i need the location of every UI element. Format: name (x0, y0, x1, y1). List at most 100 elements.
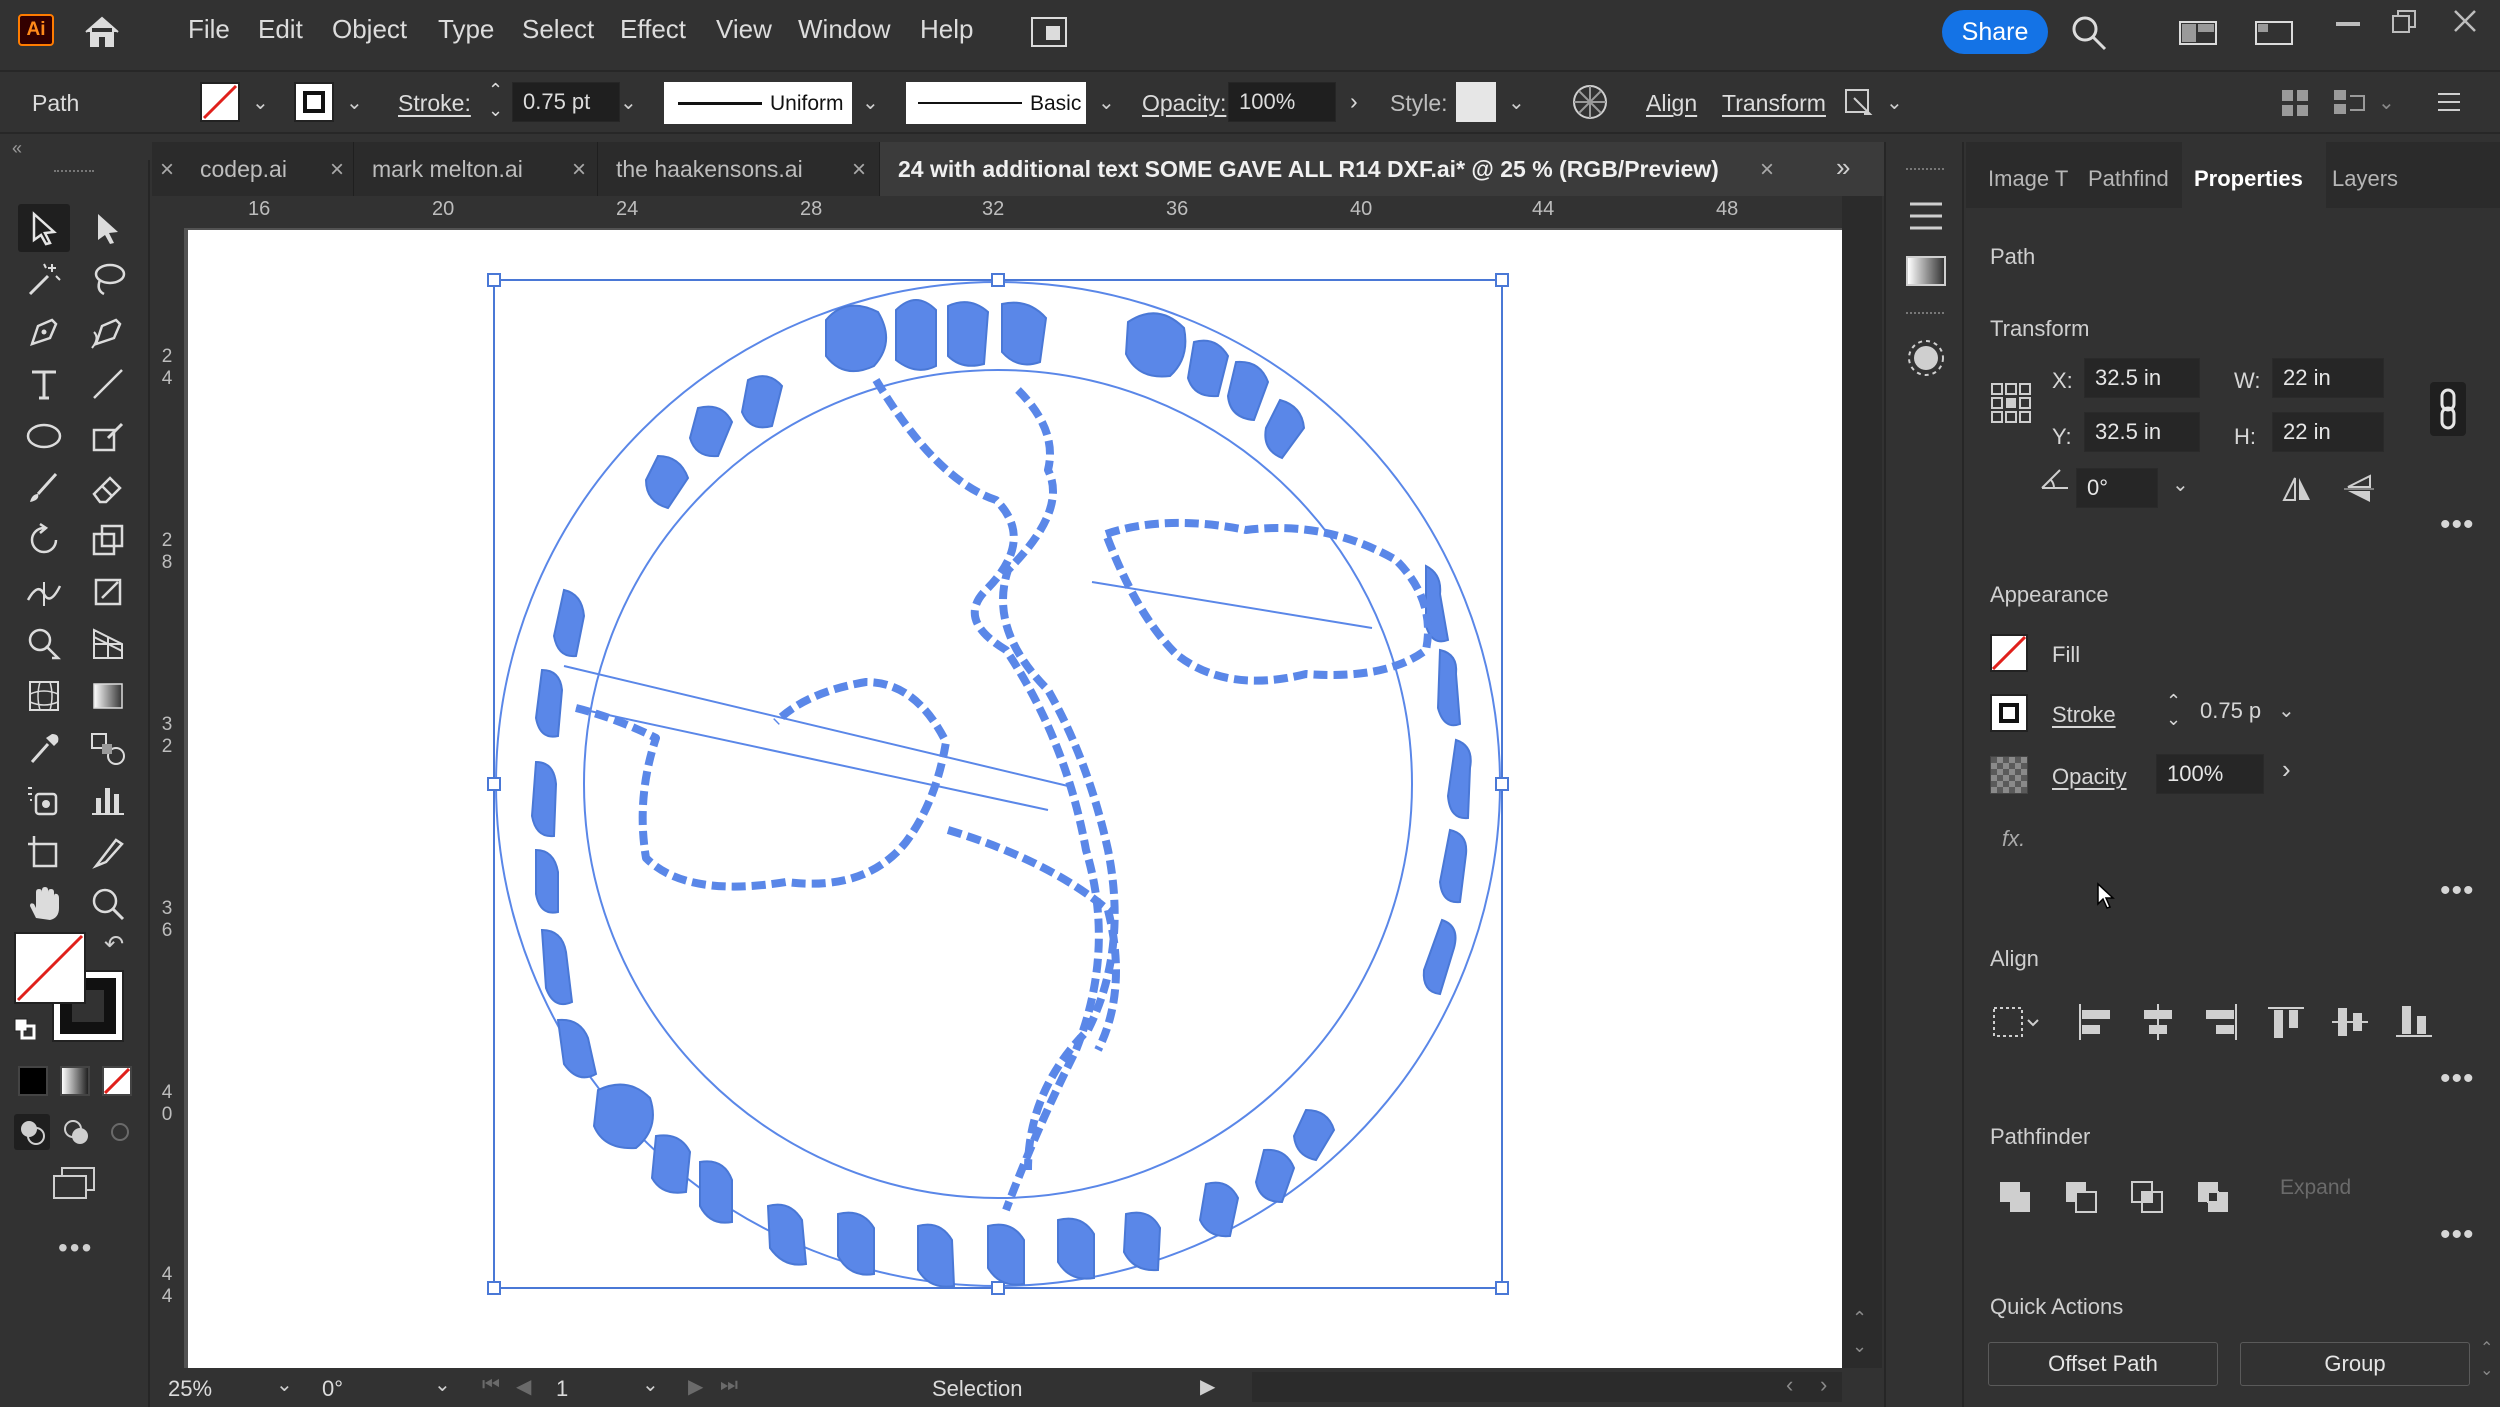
menu-object[interactable]: Object (332, 14, 407, 45)
minimize-icon[interactable] (2336, 22, 2360, 26)
first-artboard-icon[interactable]: ⏮ (482, 1374, 500, 1397)
offset-path-button[interactable]: Offset Path (1988, 1342, 2218, 1386)
tab-properties[interactable]: Properties (2194, 166, 2303, 192)
transform-link[interactable]: Transform (1722, 90, 1826, 117)
appearance-panel-icon[interactable] (1906, 338, 1946, 378)
rotate-tool-icon[interactable] (18, 516, 70, 564)
gradient-tool-icon[interactable] (82, 672, 134, 720)
properties-panel-icon[interactable] (1906, 198, 1946, 234)
perspective-grid-tool-icon[interactable] (82, 620, 134, 668)
opacity-label[interactable]: Opacity: (1142, 90, 1226, 117)
screen-mode-icon[interactable] (50, 1166, 98, 1202)
tab-layers[interactable]: Layers (2332, 166, 2398, 192)
arrange-grid-icon[interactable] (2280, 88, 2310, 118)
pen-tool-icon[interactable] (18, 308, 70, 356)
free-transform-tool-icon[interactable] (82, 568, 134, 616)
collapse-toolbar-icon[interactable]: « (12, 138, 22, 159)
shaper-tool-icon[interactable] (82, 412, 134, 460)
menu-select[interactable]: Select (522, 14, 594, 45)
menu-view[interactable]: View (716, 14, 772, 45)
flip-vertical-icon[interactable] (2342, 472, 2376, 506)
panel-scrollbar[interactable]: ⌃ ⌄ (2478, 1338, 2498, 1398)
lasso-tool-icon[interactable] (82, 256, 134, 304)
isolate-object-icon[interactable] (1840, 84, 1876, 120)
draw-inside-icon[interactable] (102, 1114, 138, 1150)
hand-tool-icon[interactable] (18, 880, 70, 928)
appearance-stroke-input[interactable]: 0.75 p (2200, 698, 2261, 724)
rotate-input[interactable]: 0° (2076, 468, 2158, 508)
fill-swatch[interactable] (200, 82, 240, 122)
brush-definition-select[interactable]: Basic (906, 82, 1086, 124)
tab-close-icon[interactable]: × (572, 156, 586, 184)
reference-point-icon[interactable] (1990, 382, 2032, 424)
horizontal-ruler[interactable]: 16 20 24 28 32 36 40 44 48 (152, 196, 1842, 228)
tab-pathfinder[interactable]: Pathfind (2088, 166, 2169, 192)
type-tool-icon[interactable] (18, 360, 70, 408)
selection-tool-icon[interactable] (18, 204, 70, 252)
fx-effects-icon[interactable]: fx. (2002, 826, 2025, 852)
scroll-left-icon[interactable]: ‹ (1786, 1372, 1793, 1398)
recolor-artwork-icon[interactable] (1570, 82, 1610, 122)
align-right-icon[interactable] (2202, 1002, 2242, 1042)
isolate-chevron-icon[interactable]: ⌄ (1886, 90, 1903, 115)
artwork[interactable] (188, 230, 1844, 1368)
opacity-expand-chevron-icon[interactable]: › (1350, 88, 1358, 115)
default-fill-stroke-icon[interactable] (14, 1018, 36, 1040)
menu-effect[interactable]: Effect (620, 14, 686, 45)
restore-icon[interactable] (2390, 8, 2418, 36)
zoom-tool-icon[interactable] (82, 880, 134, 928)
eyedropper-tool-icon[interactable] (18, 724, 70, 772)
status-menu-chevron-icon[interactable]: ▶ (1200, 1374, 1215, 1399)
stroke-weight-chevron-icon[interactable]: ⌄ (620, 90, 637, 115)
distribute-chevron-icon[interactable]: ⌄ (2378, 90, 2395, 115)
align-horizontal-center-icon[interactable] (2138, 1002, 2178, 1042)
rotate-chevron-icon[interactable]: ⌄ (2172, 472, 2189, 497)
menu-type[interactable]: Type (438, 14, 494, 45)
pathfinder-unite-icon[interactable] (1996, 1178, 2036, 1218)
strip-grip[interactable] (1906, 168, 1944, 172)
style-chevron-icon[interactable]: ⌄ (1508, 90, 1525, 115)
fill-dropdown-chevron-icon[interactable]: ⌄ (252, 90, 269, 115)
y-input[interactable]: 32.5 in (2084, 412, 2200, 452)
menu-help[interactable]: Help (920, 14, 973, 45)
panel-menu-icon[interactable] (2436, 90, 2462, 114)
artboard[interactable] (188, 230, 1844, 1368)
slice-tool-icon[interactable] (82, 828, 134, 876)
gradient-panel-icon[interactable] (1906, 256, 1946, 286)
column-graph-tool-icon[interactable] (82, 776, 134, 824)
stroke-swatch[interactable] (294, 82, 334, 122)
strip-grip-2[interactable] (1906, 312, 1944, 316)
arrange-documents-icon[interactable] (1030, 16, 1070, 48)
transform-more-options-icon[interactable]: ••• (2440, 508, 2475, 542)
direct-selection-tool-icon[interactable] (82, 204, 134, 252)
brush-chevron-icon[interactable]: ⌄ (1098, 90, 1115, 115)
blend-tool-icon[interactable] (82, 724, 134, 772)
tab-close-icon[interactable]: × (852, 156, 866, 184)
document-tab-codep[interactable]: codep.ai (182, 142, 354, 196)
pathfinder-exclude-icon[interactable] (2194, 1178, 2234, 1218)
canvas-horizontal-scrollbar[interactable] (1252, 1372, 1842, 1402)
stroke-stepper-icon[interactable]: ⌃ ⌄ (488, 80, 503, 120)
opacity-input[interactable]: 100% (1228, 82, 1336, 122)
canvas-vertical-scrollbar[interactable]: ⌃ ⌄ (1842, 196, 1882, 1368)
stroke-weight-input[interactable]: 0.75 pt (512, 82, 620, 122)
gradient-mode-icon[interactable] (60, 1066, 90, 1096)
zoom-select[interactable]: 25% (168, 1376, 212, 1402)
more-tabs-chevron-icon[interactable]: » (1836, 152, 1850, 183)
appearance-opacity-label[interactable]: Opacity (2052, 764, 2127, 790)
appearance-more-options-icon[interactable]: ••• (2440, 874, 2475, 908)
width-tool-icon[interactable] (18, 568, 70, 616)
appearance-opacity-chevron-icon[interactable]: › (2282, 754, 2291, 785)
artboard-tool-icon[interactable] (18, 828, 70, 876)
next-artboard-icon[interactable]: ▶ (688, 1374, 703, 1399)
scale-tool-icon[interactable] (82, 516, 134, 564)
previous-artboard-icon[interactable]: ◀ (516, 1374, 531, 1399)
height-input[interactable]: 22 in (2272, 412, 2384, 452)
rotation-chevron-icon[interactable]: ⌄ (434, 1372, 451, 1397)
flip-horizontal-icon[interactable] (2280, 472, 2314, 506)
align-to-selection-icon[interactable] (1992, 1004, 2042, 1040)
menu-file[interactable]: File (188, 14, 230, 45)
pathfinder-intersect-icon[interactable] (2128, 1178, 2168, 1218)
artboard-number-input[interactable]: 1 (556, 1376, 568, 1402)
last-artboard-icon[interactable]: ⏭ (720, 1374, 738, 1397)
